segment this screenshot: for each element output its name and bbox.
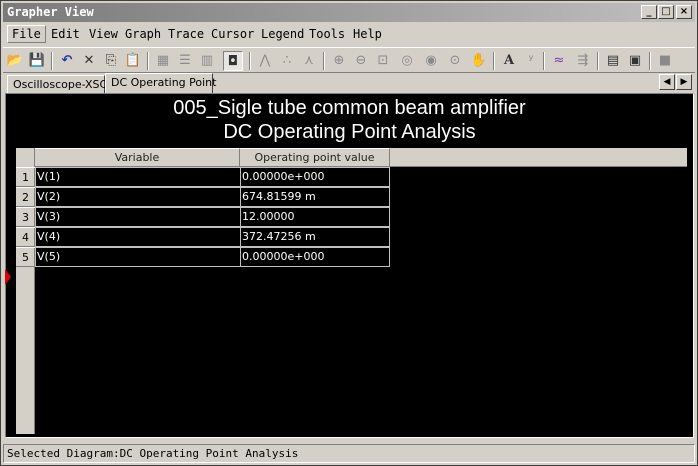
overlay-icon[interactable]: ◘	[223, 51, 243, 71]
toolbar-separator	[51, 52, 53, 70]
tab-dc-operating-point[interactable]: DC Operating Point	[105, 73, 216, 93]
zoom-in-icon[interactable]: ⊕	[329, 51, 349, 71]
menu-file[interactable]: File	[7, 25, 46, 43]
column-header-variable[interactable]: Variable	[35, 148, 240, 167]
properties-icon[interactable]: ▥	[197, 51, 217, 71]
results-table: Variable Operating point value 1 2 3 4 5…	[16, 148, 687, 434]
tab-oscilloscope[interactable]: Oscilloscope-XSC1	[7, 75, 114, 93]
row-header[interactable]: 2	[16, 187, 35, 207]
close-button[interactable]: ×	[676, 5, 692, 19]
status-bar: Selected Diagram:DC Operating Point Anal…	[3, 444, 695, 463]
delete-icon[interactable]: ✕	[79, 51, 99, 71]
value-cell[interactable]: 0.00000e+000	[240, 247, 390, 267]
value-cell[interactable]: 12.00000	[240, 207, 390, 227]
plot-title: 005_Sigle tube common beam amplifier	[173, 97, 526, 119]
toolbar-separator	[147, 52, 149, 70]
legend-icon[interactable]: ☰	[175, 51, 195, 71]
undo-icon[interactable]: ↶	[57, 51, 77, 71]
tab-scroll-right-icon[interactable]: ▶	[676, 74, 692, 90]
toolbar-separator	[649, 52, 651, 70]
copy-icon[interactable]: ⎘	[101, 51, 121, 71]
maximize-button[interactable]: □	[658, 5, 674, 19]
menu-graph[interactable]: Graph	[125, 27, 161, 41]
plot-area[interactable]: 005_Sigle tube common beam amplifier DC …	[5, 93, 694, 438]
grapher-window: Grapher View _ □ × File Edit View Graph …	[0, 0, 698, 466]
menu-edit[interactable]: Edit	[51, 27, 80, 41]
menu-legend[interactable]: Legend	[261, 27, 304, 41]
pan-icon[interactable]: ✋	[469, 51, 489, 71]
minimize-button[interactable]: _	[641, 5, 657, 19]
menu-trace[interactable]: Trace	[168, 27, 204, 41]
zoom-out-icon[interactable]: ⊖	[351, 51, 371, 71]
zoom-full-icon[interactable]: ⊙	[445, 51, 465, 71]
zoom-area-icon[interactable]: ⊡	[373, 51, 393, 71]
toolbar-separator	[249, 52, 251, 70]
window-title: Grapher View	[7, 5, 94, 19]
grid-icon[interactable]: ▦	[153, 51, 173, 71]
value-cell[interactable]: 372.47256 m	[240, 227, 390, 247]
value-cell[interactable]: 674.81599 m	[240, 187, 390, 207]
row-header[interactable]: 4	[16, 227, 35, 247]
export-icon[interactable]: ⇶	[573, 51, 593, 71]
zoom-x-icon[interactable]: ◎	[397, 51, 417, 71]
open-icon[interactable]: 📂	[5, 51, 25, 71]
print-preview-icon[interactable]: ▣	[625, 51, 645, 71]
menu-tools[interactable]: Tools	[309, 27, 345, 41]
save-icon[interactable]: 💾	[27, 51, 47, 71]
plot-subtitle: DC Operating Point Analysis	[223, 121, 476, 143]
menu-cursor[interactable]: Cursor	[211, 27, 254, 41]
row-header[interactable]: 3	[16, 207, 35, 227]
reverse-icon[interactable]: ⋏	[299, 51, 319, 71]
print-icon[interactable]: ▤	[603, 51, 623, 71]
page-tabs: Oscilloscope-XSC1 DC Operating Point ◀ ▶	[3, 73, 695, 93]
variable-cell[interactable]: V(2)	[35, 187, 241, 207]
menu-view[interactable]: View	[89, 27, 118, 41]
toolbar-separator	[323, 52, 325, 70]
menu-help[interactable]: Help	[353, 27, 382, 41]
trace-icon[interactable]: ⋀	[255, 51, 275, 71]
variable-cell[interactable]: V(5)	[35, 247, 241, 267]
selected-diagram-marker-icon	[5, 269, 11, 285]
toolbar-separator	[543, 52, 545, 70]
stop-icon[interactable]: ■	[655, 51, 675, 71]
tab-scroll-left-icon[interactable]: ◀	[659, 74, 675, 90]
status-text: Selected Diagram:DC Operating Point Anal…	[7, 447, 299, 460]
toolbar: 📂 💾 ↶ ✕ ⎘ 📋 ▦ ☰ ▥ ◘ ⋀ ∴ ⋏ ⊕ ⊖ ⊡ ◎ ◉ ⊙ ✋ …	[3, 47, 695, 73]
table-corner[interactable]	[16, 148, 35, 167]
label-icon[interactable]: ʸ	[521, 51, 541, 71]
cursor-icon[interactable]: ∴	[277, 51, 297, 71]
paste-icon[interactable]: 📋	[123, 51, 143, 71]
variable-cell[interactable]: V(4)	[35, 227, 241, 247]
title-bar[interactable]: Grapher View _ □ ×	[3, 3, 695, 22]
menu-bar: File Edit View Graph Trace Cursor Legend…	[3, 24, 695, 45]
column-header-value[interactable]: Operating point value	[240, 148, 390, 167]
transient-icon[interactable]: ≈	[549, 51, 569, 71]
toolbar-separator	[597, 52, 599, 70]
zoom-y-icon[interactable]: ◉	[421, 51, 441, 71]
row-header[interactable]: 5	[16, 247, 35, 267]
variable-cell[interactable]: V(3)	[35, 207, 241, 227]
value-cell[interactable]: 0.00000e+000	[240, 167, 390, 187]
row-header[interactable]: 1	[16, 167, 35, 187]
text-icon[interactable]: A	[499, 51, 519, 71]
toolbar-separator	[493, 52, 495, 70]
variable-cell[interactable]: V(1)	[35, 167, 241, 187]
